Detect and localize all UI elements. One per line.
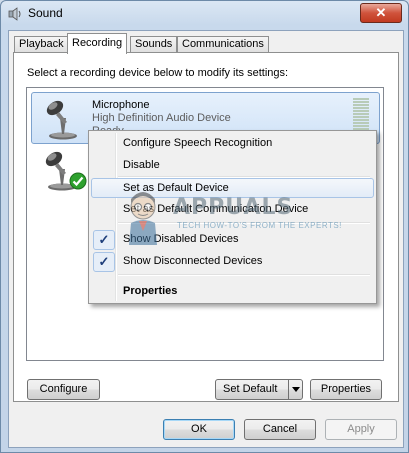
- checkmark-icon: ✓: [93, 230, 115, 250]
- chevron-down-icon[interactable]: [288, 380, 302, 399]
- menu-item-label: Configure Speech Recognition: [123, 137, 273, 149]
- menu-item-configure-speech[interactable]: Configure Speech Recognition: [91, 133, 372, 153]
- window-title: Sound: [28, 6, 63, 20]
- menu-item-label: Properties: [123, 285, 178, 297]
- tab-communications[interactable]: Communications: [177, 36, 269, 53]
- title-bar[interactable]: Sound ✕: [1, 1, 408, 27]
- menu-item-properties[interactable]: Properties: [91, 281, 372, 301]
- ok-button[interactable]: OK: [163, 419, 235, 440]
- device-description: High Definition Audio Device: [92, 112, 231, 124]
- watermark-tagline: TECH HOW-TO'S FROM THE EXPERTS!: [177, 221, 342, 230]
- checkmark-icon: ✓: [93, 252, 115, 272]
- microphone-icon: [46, 100, 77, 140]
- tab-sounds[interactable]: Sounds: [130, 36, 178, 53]
- menu-item-show-disconnected[interactable]: ✓ Show Disconnected Devices: [91, 251, 372, 272]
- default-check-icon: [69, 172, 87, 190]
- watermark-brand: APPUALS: [173, 195, 294, 220]
- properties-button[interactable]: Properties: [310, 379, 382, 400]
- tab-playback[interactable]: Playback: [14, 36, 69, 53]
- device-name: Microphone: [92, 99, 150, 111]
- sound-dialog: Sound ✕ Playback Recording Sounds Commun…: [0, 0, 409, 453]
- set-default-label: Set Default: [223, 383, 278, 395]
- mascot-icon: [129, 192, 157, 245]
- configure-button[interactable]: Configure: [27, 379, 100, 400]
- apply-button[interactable]: Apply: [325, 419, 397, 440]
- close-button[interactable]: ✕: [360, 3, 402, 23]
- menu-item-label: Disable: [123, 159, 160, 171]
- cancel-button[interactable]: Cancel: [244, 419, 316, 440]
- instruction-text: Select a recording device below to modif…: [27, 67, 289, 79]
- menu-separator: [118, 274, 370, 276]
- set-default-button[interactable]: Set Default: [215, 379, 303, 400]
- tab-recording[interactable]: Recording: [67, 33, 128, 54]
- menu-item-disable[interactable]: Disable: [91, 155, 372, 175]
- speaker-icon: [8, 7, 21, 21]
- menu-item-label: Show Disconnected Devices: [123, 255, 263, 267]
